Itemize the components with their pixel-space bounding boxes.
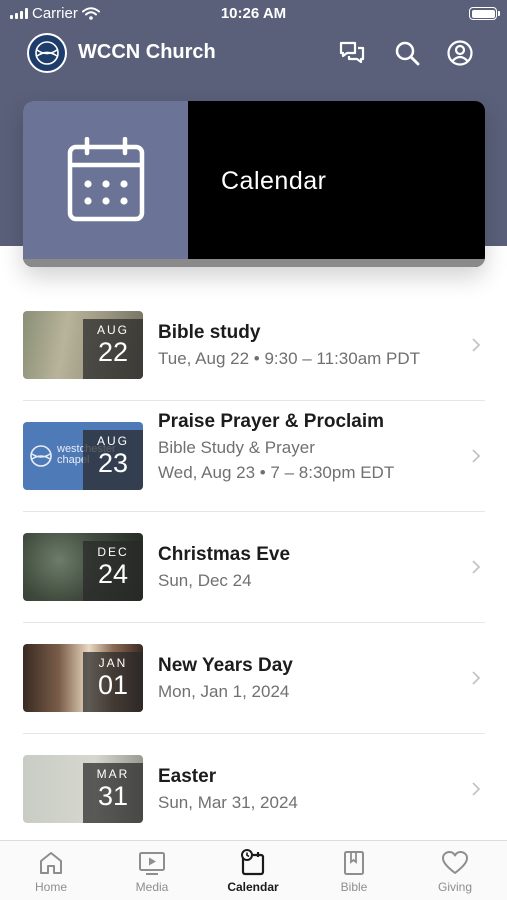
event-title: Bible study — [158, 322, 261, 343]
event-datetime: Sun, Dec 24 — [158, 571, 252, 590]
media-icon — [139, 852, 165, 875]
event-thumbnail: DEC 24 — [23, 533, 143, 601]
date-month: AUG — [96, 434, 129, 448]
profile-button[interactable] — [445, 38, 475, 68]
date-day: 23 — [97, 448, 129, 478]
tab-bar: Home Media Calendar Bible Giving — [0, 840, 507, 900]
event-text: Christmas Eve Sun, Dec 24 — [158, 542, 447, 593]
event-subtitle: Bible Study & Prayer — [158, 438, 315, 457]
event-thumbnail: AUG 22 — [23, 311, 143, 379]
heart-icon — [442, 851, 468, 874]
tab-bible[interactable]: Bible — [304, 841, 404, 900]
event-row[interactable]: JAN 01 New Years Day Mon, Jan 1, 2024 — [0, 623, 507, 734]
event-list: AUG 22 Bible study Tue, Aug 22 • 9:30 – … — [0, 290, 507, 845]
event-text: Bible study Tue, Aug 22 • 9:30 – 11:30am… — [158, 320, 447, 371]
calendar-icon — [67, 137, 144, 222]
battery-icon — [469, 7, 500, 20]
date-badge: AUG 23 — [83, 430, 143, 490]
date-day: 24 — [97, 559, 129, 589]
event-thumbnail: westchester chapel AUG 23 — [23, 422, 143, 490]
date-badge: AUG 22 — [83, 319, 143, 379]
event-title: Easter — [158, 766, 217, 787]
event-text: New Years Day Mon, Jan 1, 2024 — [158, 653, 447, 704]
bible-icon — [344, 851, 364, 875]
hero-bottom-strip — [23, 259, 485, 267]
chevron-right-icon — [472, 449, 481, 463]
chevron-right-icon — [472, 671, 481, 685]
church-logo[interactable] — [27, 33, 67, 73]
event-text: Praise Prayer & Proclaim Bible Study & P… — [158, 409, 447, 485]
date-month: DEC — [97, 545, 129, 559]
messages-button[interactable] — [337, 38, 367, 68]
tab-label: Calendar — [227, 880, 279, 894]
event-text: Easter Sun, Mar 31, 2024 — [158, 764, 447, 815]
event-row[interactable]: DEC 24 Christmas Eve Sun, Dec 24 — [0, 512, 507, 623]
tab-label: Giving — [437, 880, 472, 894]
tab-label: Home — [34, 880, 67, 894]
chevron-right-icon — [472, 560, 481, 574]
event-datetime: Mon, Jan 1, 2024 — [158, 682, 290, 701]
chat-bubbles-icon — [339, 41, 365, 64]
event-row[interactable]: westchester chapel AUG 23 Praise Prayer … — [0, 401, 507, 512]
tab-calendar[interactable]: Calendar — [203, 841, 303, 900]
date-badge: JAN 01 — [83, 652, 143, 712]
tab-media[interactable]: Media — [102, 841, 202, 900]
hero-title: Calendar — [221, 167, 327, 195]
calendar-hero-card: Calendar — [23, 101, 485, 267]
status-time: 10:26 AM — [220, 5, 287, 22]
globe-logo-icon — [35, 41, 59, 65]
app-title: WCCN Church — [78, 41, 216, 63]
date-day: 31 — [97, 781, 129, 811]
date-badge: MAR 31 — [83, 763, 143, 823]
profile-icon — [447, 40, 473, 66]
chapel-logo-icon — [30, 445, 52, 467]
event-datetime: Wed, Aug 23 • 7 – 8:30pm EDT — [158, 463, 395, 482]
app-header: WCCN Church — [0, 30, 507, 76]
date-month: AUG — [96, 323, 129, 337]
tab-label: Bible — [340, 880, 368, 894]
date-badge: DEC 24 — [83, 541, 143, 601]
event-title: Christmas Eve — [158, 544, 291, 565]
date-day: 01 — [97, 670, 129, 700]
date-month: MAR — [96, 767, 130, 781]
event-row[interactable]: MAR 31 Easter Sun, Mar 31, 2024 — [0, 734, 507, 845]
event-row[interactable]: AUG 22 Bible study Tue, Aug 22 • 9:30 – … — [0, 290, 507, 401]
event-datetime: Tue, Aug 22 • 9:30 – 11:30am PDT — [158, 349, 421, 368]
event-thumbnail: MAR 31 — [23, 755, 143, 823]
home-icon — [40, 852, 62, 874]
tab-home[interactable]: Home — [1, 841, 101, 900]
chevron-right-icon — [472, 782, 481, 796]
event-datetime: Sun, Mar 31, 2024 — [158, 793, 298, 812]
event-title: Praise Prayer & Proclaim — [158, 411, 385, 432]
hero-icon-panel — [23, 101, 188, 259]
date-month: JAN — [98, 656, 128, 670]
event-title: New Years Day — [158, 655, 293, 676]
calendar-clock-icon — [241, 849, 265, 876]
search-button[interactable] — [392, 38, 422, 68]
search-icon — [395, 41, 420, 66]
chevron-right-icon — [472, 338, 481, 352]
status-bar: Carrier 10:26 AM — [0, 0, 507, 28]
tab-giving[interactable]: Giving — [405, 841, 505, 900]
date-day: 22 — [97, 337, 129, 367]
tab-label: Media — [135, 880, 169, 894]
event-thumbnail: JAN 01 — [23, 644, 143, 712]
